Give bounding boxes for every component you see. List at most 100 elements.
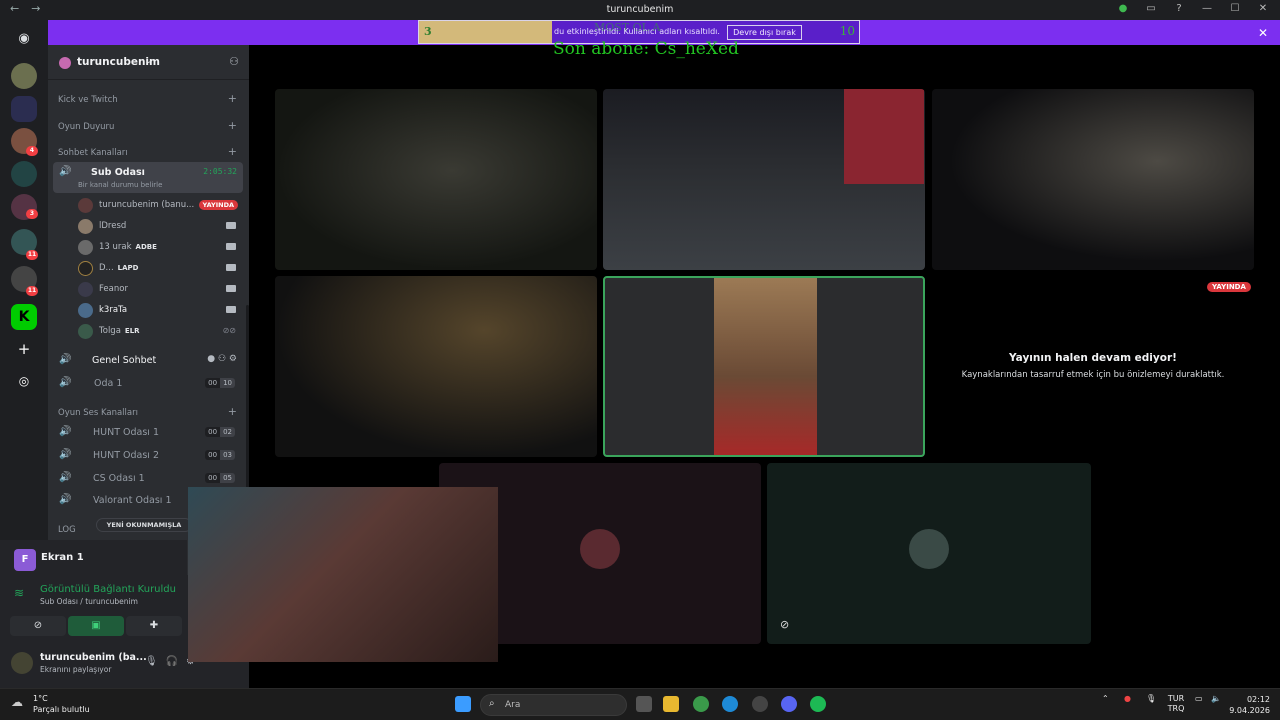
add-channel-icon[interactable]: + xyxy=(228,119,237,132)
server-badge: 3 xyxy=(26,209,38,219)
screen-share-icon: F xyxy=(14,549,36,571)
member-row[interactable]: D... LAPD xyxy=(78,259,238,279)
maximize-icon[interactable]: ☐ xyxy=(1228,3,1242,14)
add-channel-icon[interactable]: + xyxy=(228,145,237,158)
server-header[interactable]: turuncubenim ⌄ ⚇ xyxy=(48,45,249,80)
server-icon[interactable] xyxy=(11,161,37,187)
close-window-icon[interactable]: ✕ xyxy=(1256,3,1270,14)
stop-stream-button[interactable]: ▣ xyxy=(68,616,124,636)
avatar xyxy=(78,282,93,297)
member-row[interactable]: Feanor xyxy=(78,280,238,300)
weather-temp[interactable]: 1°C xyxy=(33,694,48,703)
poster-image xyxy=(844,89,924,184)
explore-icon[interactable]: ◎ xyxy=(11,368,37,394)
nitro-leaf-icon[interactable]: ● xyxy=(1116,3,1130,14)
voice-channel-oda-1[interactable]: 🔊 Oda 1 00 10 xyxy=(53,373,243,393)
voice-channel-sub-odasi[interactable]: 🔊 Sub Odası 2:05:32 Bir kanal durumu bel… xyxy=(53,162,243,193)
voice-channel-hunt-2[interactable]: 🔊 HUNT Odası 2 00 03 xyxy=(53,445,243,465)
member-tag: ELR xyxy=(124,327,140,335)
member-row[interactable]: lDresd xyxy=(78,217,238,237)
category-log[interactable]: LOG xyxy=(58,525,76,535)
server-badge: 4 xyxy=(26,146,38,156)
chrome-icon[interactable] xyxy=(693,696,709,712)
member-row[interactable]: 13 urak ADBE xyxy=(78,238,238,258)
avatar xyxy=(580,529,620,569)
channel-name: CS Odası 1 xyxy=(93,473,145,484)
avatar[interactable] xyxy=(11,652,33,674)
keyboard-language[interactable]: TUR TRQ xyxy=(1166,694,1186,714)
goal-target: 10 xyxy=(839,24,855,38)
taskbar-search[interactable]: ⌕ Ara xyxy=(480,694,627,716)
weather-desc[interactable]: Parçalı bulutlu xyxy=(33,705,90,714)
video-tile[interactable] xyxy=(275,276,597,457)
voice-channel-hunt-1[interactable]: 🔊 HUNT Odası 1 00 02 xyxy=(53,422,243,442)
activities-button[interactable]: ✚ xyxy=(126,616,182,636)
speaker-icon: 🔊 xyxy=(59,377,72,388)
taskbar-clock[interactable]: 02:12 9.04.2026 xyxy=(1218,694,1270,716)
app-icon[interactable] xyxy=(752,696,768,712)
folder-icon[interactable] xyxy=(11,96,37,122)
file-explorer-icon[interactable] xyxy=(663,696,679,712)
task-view-icon[interactable] xyxy=(636,696,652,712)
kick-server-icon[interactable]: K xyxy=(11,304,37,330)
inbox-icon[interactable]: ▭ xyxy=(1144,3,1158,14)
member-row[interactable]: Tolga ELR ⊘⊘ xyxy=(78,322,238,342)
minimize-icon[interactable]: — xyxy=(1200,3,1214,14)
discord-taskbar-icon[interactable] xyxy=(781,696,797,712)
server-icon[interactable] xyxy=(11,63,37,89)
user-name[interactable]: turuncubenim (ba... xyxy=(40,652,147,663)
connection-channel[interactable]: Sub Odası / turuncubenim xyxy=(40,597,138,606)
speaker-icon: 🔊 xyxy=(59,494,72,505)
deafened-icon: ⊘⊘ xyxy=(222,326,236,335)
banner-close-icon[interactable]: ✕ xyxy=(1258,26,1268,40)
sidebar-scrollbar[interactable] xyxy=(246,305,249,515)
unread-messages-button[interactable]: YENİ OKUNMAMIŞLA xyxy=(96,518,192,532)
weather-cloud-icon[interactable]: ☁ xyxy=(11,695,31,711)
audio-tile[interactable]: ⊘ xyxy=(767,463,1091,644)
member-row[interactable]: turuncubenim (banu... YAYINDA xyxy=(78,196,238,216)
server-emblem-icon xyxy=(59,57,71,69)
member-tag: LAPD xyxy=(117,264,139,272)
camera-off-button[interactable]: ⊘ xyxy=(10,616,66,636)
avatar xyxy=(78,198,93,213)
member-name-text: D... xyxy=(99,263,114,273)
help-icon[interactable]: ? xyxy=(1172,3,1186,14)
tray-chevron-icon[interactable]: ⌃ xyxy=(1102,694,1109,704)
channel-status[interactable]: Bir kanal durumu belirle xyxy=(78,181,162,189)
channel-name: Valorant Odası 1 xyxy=(93,495,172,506)
category-oyun-ses[interactable]: Oyun Ses Kanalları xyxy=(58,408,138,418)
add-server-icon[interactable]: + xyxy=(11,336,37,362)
voice-channel-cs-1[interactable]: 🔊 CS Odası 1 00 05 xyxy=(53,468,243,488)
windows-start-icon[interactable] xyxy=(455,696,471,712)
connection-status[interactable]: Görüntülü Bağlantı Kuruldu xyxy=(40,584,176,595)
video-tile[interactable] xyxy=(275,89,597,270)
category-kick-twitch[interactable]: Kick ve Twitch xyxy=(58,95,118,105)
server-badge: 11 xyxy=(26,286,38,296)
add-channel-icon[interactable]: + xyxy=(228,92,237,105)
category-oyun-duyuru[interactable]: Oyun Duyuru xyxy=(58,122,114,132)
tray-mic-icon[interactable]: 🎙 xyxy=(1146,694,1156,704)
user-count: 00 02 xyxy=(205,427,235,437)
edge-icon[interactable] xyxy=(722,696,738,712)
channel-actions[interactable]: ● ⚇ ⚙ xyxy=(207,354,237,364)
headphones-icon[interactable]: 🎧 xyxy=(166,656,178,667)
camera-icon xyxy=(226,285,236,292)
video-tile[interactable] xyxy=(932,89,1254,270)
video-tile-speaking[interactable] xyxy=(603,276,925,457)
network-icon[interactable]: ▭ xyxy=(1195,694,1203,704)
member-row[interactable]: k3raTa xyxy=(78,301,238,321)
chevron-down-icon: ⌄ xyxy=(145,56,153,66)
avatar xyxy=(78,324,93,339)
tray-app-icon[interactable]: ● xyxy=(1124,694,1131,704)
speaker-icon: 🔊 xyxy=(59,166,72,177)
spotify-icon[interactable] xyxy=(810,696,826,712)
disable-button[interactable]: Devre dışı bırak xyxy=(727,25,802,40)
member-name-text: Tolga xyxy=(99,326,121,336)
category-sohbet[interactable]: Sohbet Kanalları xyxy=(58,148,128,158)
video-tile[interactable] xyxy=(603,89,925,270)
add-channel-icon[interactable]: + xyxy=(228,405,237,418)
invite-people-icon[interactable]: ⚇ xyxy=(229,55,239,68)
discord-home-icon[interactable]: ◉ xyxy=(11,26,37,52)
voice-channel-genel-sohbet[interactable]: 🔊 Genel Sohbet ● ⚇ ⚙ xyxy=(53,350,243,370)
microphone-icon[interactable]: 🎙 xyxy=(145,656,158,667)
